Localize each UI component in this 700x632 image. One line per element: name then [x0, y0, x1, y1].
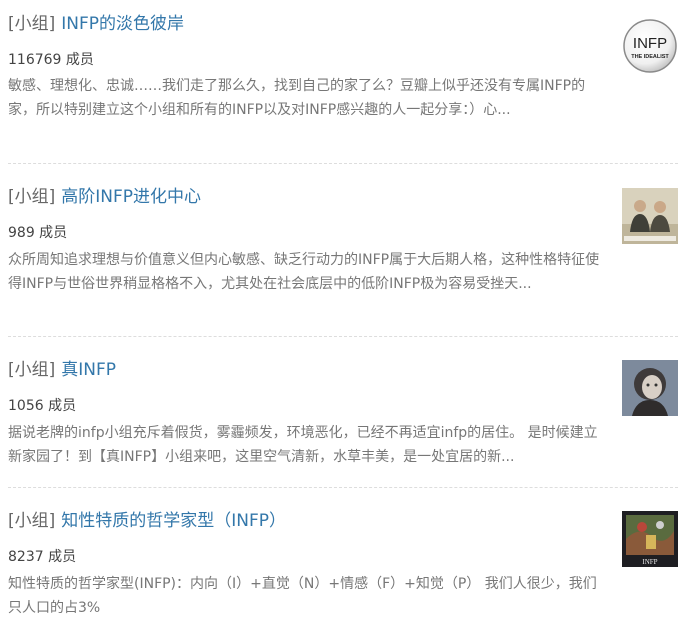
- member-count: 116769 成员: [8, 52, 94, 68]
- group-description: 敏感、理想化、忠诚……我们走了那么久，找到自己的家了么？豆瓣上似乎还没有专属IN…: [8, 78, 586, 118]
- thumb-sub-text: THE IDEALIST: [631, 54, 669, 60]
- group-name-link[interactable]: 高阶INFP进化中心: [61, 187, 201, 207]
- member-count: 8237 成员: [8, 549, 77, 565]
- group-type-tag: [小组]: [8, 187, 56, 207]
- group-result-item: [小组] INFP的淡色彼岸 116769 成员 敏感、理想化、忠诚……我们走了那…: [8, 0, 678, 164]
- group-thumbnail[interactable]: INFP: [622, 511, 678, 567]
- group-title: [小组] INFP的淡色彼岸: [8, 13, 184, 35]
- group-search-results: [小组] INFP的淡色彼岸 116769 成员 敏感、理想化、忠诚……我们走了那…: [0, 0, 700, 631]
- painting-infp-card-icon: INFP: [622, 511, 678, 567]
- group-title: [小组] 知性特质的哲学家型（INFP）: [8, 510, 286, 532]
- group-description: 知性特质的哲学家型(INFP)：内向（I）+直觉（N）+情感（F）+知觉（P） …: [8, 576, 597, 616]
- thumb-main-text: INFP: [633, 35, 667, 52]
- group-result-item: [小组] 知性特质的哲学家型（INFP） 8237 成员 知性特质的哲学家型(IN…: [8, 488, 678, 631]
- group-description: 众所周知追求理想与价值意义但内心敏感、缺乏行动力的INFP属于大后期人格，这种性…: [8, 252, 600, 292]
- group-title: [小组] 高阶INFP进化中心: [8, 186, 201, 208]
- group-description: 据说老牌的infp小组充斥着假货，雾霾频发，环境恶化，已经不再适宜infp的居住…: [8, 425, 598, 465]
- group-name-link[interactable]: INFP的淡色彼岸: [61, 14, 184, 34]
- group-thumbnail[interactable]: INFP THE IDEALIST: [622, 18, 678, 74]
- group-name-link[interactable]: 真INFP: [61, 360, 116, 380]
- group-type-tag: [小组]: [8, 360, 56, 380]
- group-name-link[interactable]: 知性特质的哲学家型（INFP）: [61, 511, 286, 531]
- group-result-item: [小组] 真INFP 1056 成员 据说老牌的infp小组充斥着假货，雾霾频发，…: [8, 337, 678, 488]
- member-count: 1056 成员: [8, 398, 77, 414]
- infp-idealist-logo-icon: INFP THE IDEALIST: [623, 19, 677, 73]
- group-thumbnail[interactable]: [622, 188, 678, 244]
- group-type-tag: [小组]: [8, 14, 56, 34]
- member-count: 989 成员: [8, 225, 68, 241]
- girl-portrait-photo-icon: [622, 360, 678, 416]
- group-title: [小组] 真INFP: [8, 359, 116, 381]
- thumb-caption: INFP: [642, 558, 657, 566]
- two-men-photo-icon: [622, 188, 678, 244]
- group-type-tag: [小组]: [8, 511, 56, 531]
- group-thumbnail[interactable]: [622, 360, 678, 416]
- group-result-item: [小组] 高阶INFP进化中心 989 成员 众所周知追求理想与价值意义但内心敏感…: [8, 164, 678, 337]
